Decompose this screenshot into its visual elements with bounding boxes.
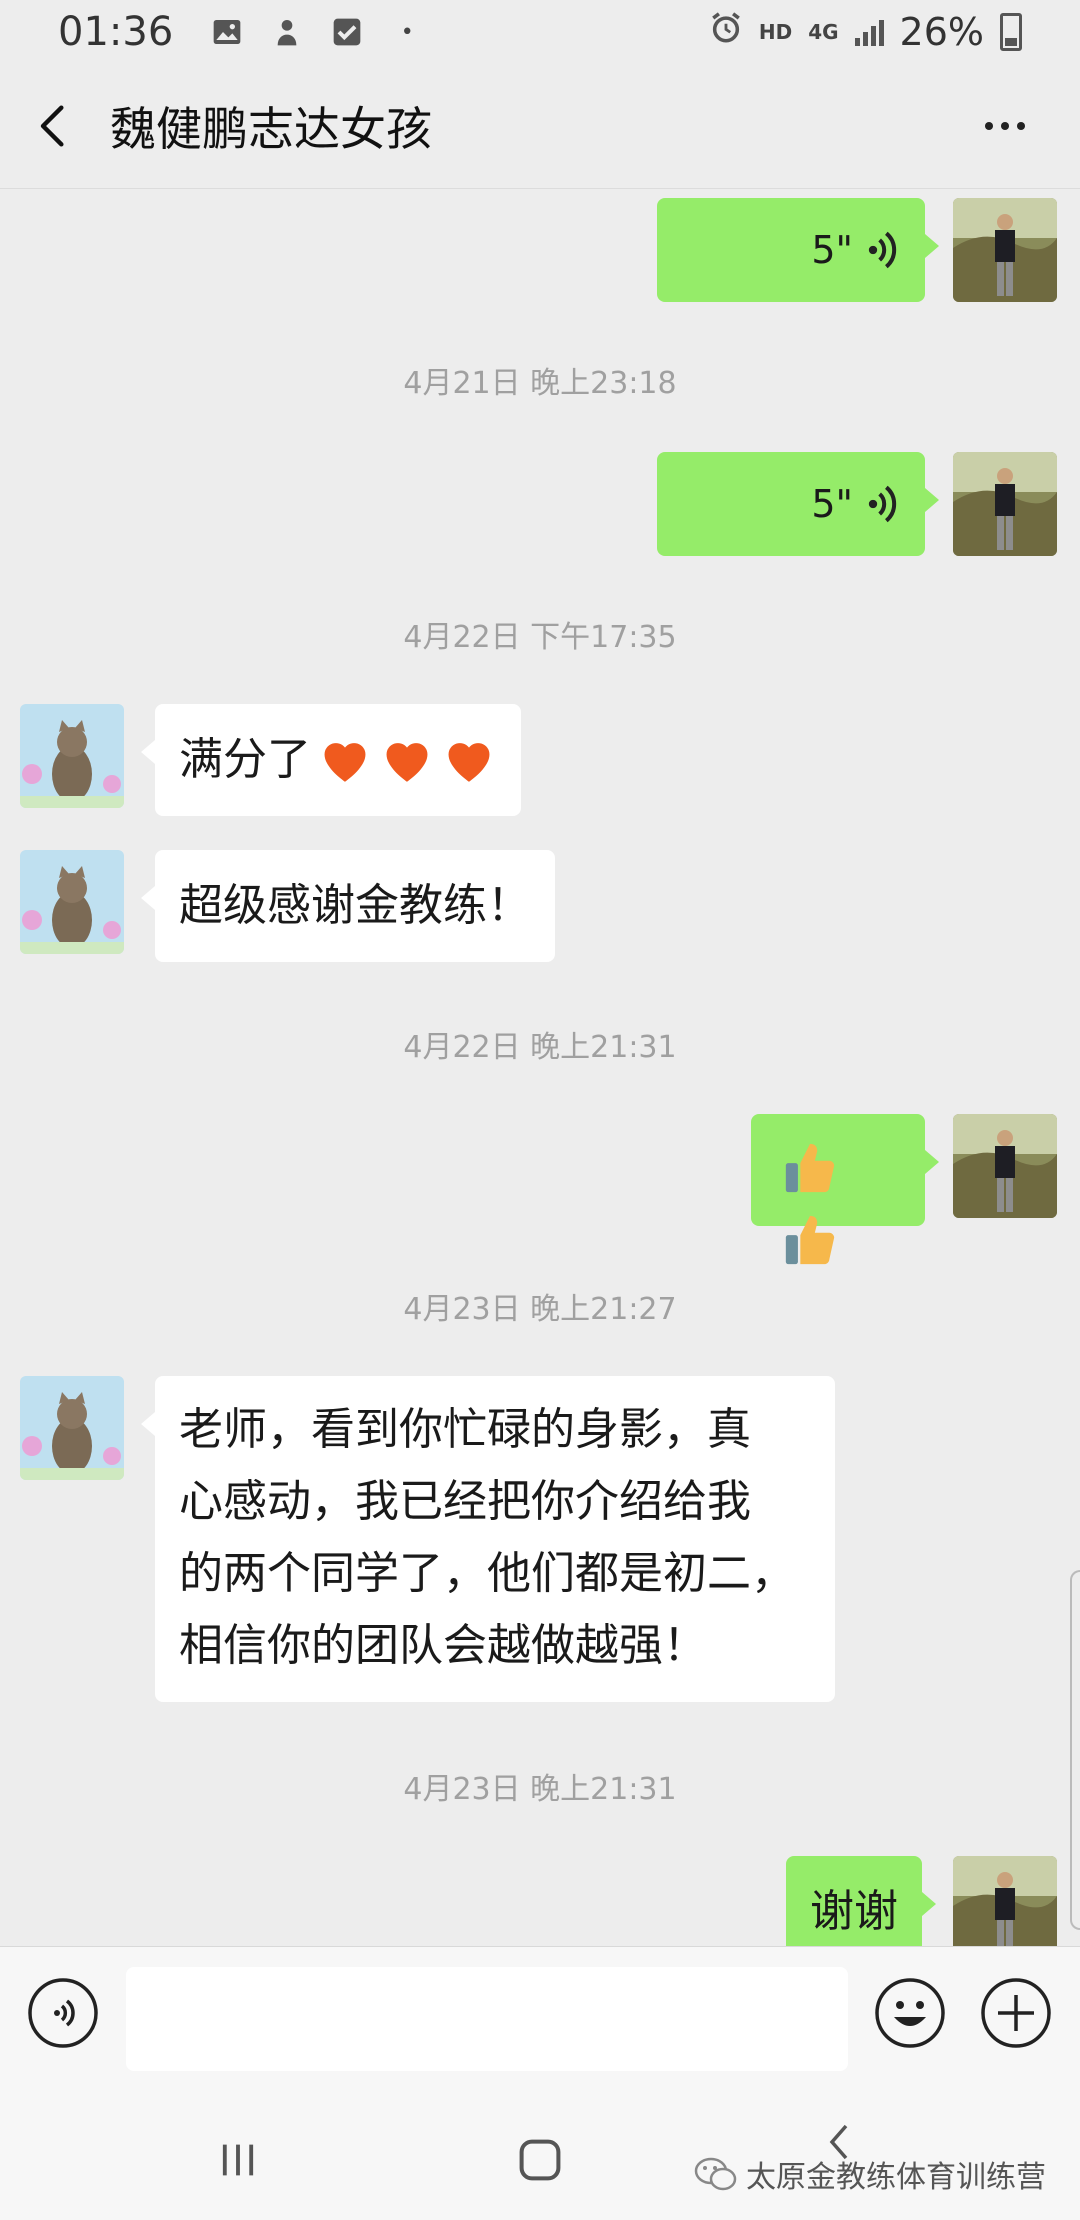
back-button[interactable] xyxy=(4,76,104,176)
home-icon xyxy=(519,2139,561,2181)
plus-icon xyxy=(981,1978,1051,2048)
voice-duration: 5" xyxy=(811,228,853,272)
signal-icon xyxy=(854,18,884,46)
message-line: 相信你的团队会越做越强！ xyxy=(179,1620,707,1671)
person-photo-icon xyxy=(953,1114,1057,1218)
status-right: HD 4G 26% xyxy=(709,10,1022,54)
heart-emoji-icon xyxy=(448,743,490,782)
scroll-handle[interactable] xyxy=(1070,1570,1080,1930)
timestamp: 4月22日 晚上21:31 xyxy=(403,1030,677,1065)
contact-avatar[interactable] xyxy=(20,704,124,808)
cat-photo-icon xyxy=(20,850,124,954)
person-photo-icon xyxy=(953,198,1057,302)
status-bar: 01:36 • HD 4G 26% xyxy=(0,0,1080,64)
my-avatar[interactable] xyxy=(953,452,1057,556)
battery-percent: 26% xyxy=(899,10,984,54)
person-photo-icon xyxy=(953,452,1057,556)
timestamp: 4月21日 晚上23:18 xyxy=(403,366,677,401)
contact-avatar[interactable] xyxy=(20,850,124,954)
emoji-button[interactable] xyxy=(874,1977,946,2049)
my-avatar[interactable] xyxy=(953,1114,1057,1218)
message-line: 心感动，我已经把你介绍给我 xyxy=(179,1476,751,1527)
voice-duration: 5" xyxy=(811,482,853,526)
text-message-bubble[interactable]: 超级感谢金教练！ xyxy=(141,850,555,962)
recent-apps-button[interactable] xyxy=(198,2120,278,2200)
network-type: 4G xyxy=(808,20,839,44)
timestamp: 4月23日 晚上21:27 xyxy=(403,1292,677,1327)
cat-photo-icon xyxy=(20,1376,124,1480)
watermark: 太原金教练体育训练营 xyxy=(694,2152,1046,2196)
message-input[interactable] xyxy=(126,1967,848,2071)
more-dots-icon xyxy=(985,122,993,130)
system-nav-bar: 太原金教练体育训练营 xyxy=(0,2080,1080,2220)
text-message-bubble[interactable]: 满分了 xyxy=(141,704,521,816)
contact-avatar[interactable] xyxy=(20,1376,124,1480)
hd-label: HD xyxy=(758,20,793,44)
person-photo-icon xyxy=(953,1856,1057,1946)
text-message-bubble[interactable]: 谢谢 xyxy=(786,1856,936,1946)
chat-screen: 01:36 • HD 4G 26% 魏健鹏志达女孩 5" 4月21日 晚上23:… xyxy=(0,0,1080,2220)
voice-input-button[interactable] xyxy=(27,1977,99,2049)
dot-icon: • xyxy=(400,19,414,45)
more-dot xyxy=(1001,122,1009,130)
chat-header: 魏健鹏志达女孩 xyxy=(0,64,1080,189)
status-time: 01:36 xyxy=(58,9,174,55)
input-bar xyxy=(0,1946,1080,2080)
message-text: 满分了 xyxy=(179,734,311,785)
plus-button[interactable] xyxy=(980,1977,1052,2049)
recent-apps-icon xyxy=(222,2144,254,2176)
chat-title: 魏健鹏志达女孩 xyxy=(110,102,432,156)
timestamp: 4月22日 下午17:35 xyxy=(403,620,677,655)
message-list[interactable]: 5" 4月21日 晚上23:18 5" 4月22日 下午17:35 满分了 超级… xyxy=(0,190,1080,1946)
message-line: 老师，看到你忙碌的身影，真 xyxy=(179,1404,751,1455)
my-avatar[interactable] xyxy=(953,198,1057,302)
gallery-icon xyxy=(209,14,245,50)
emoji-message-bubble[interactable] xyxy=(751,1114,939,1265)
home-button[interactable] xyxy=(500,2120,580,2200)
checkbox-notification-icon xyxy=(329,14,365,50)
heart-emoji-icon xyxy=(386,743,428,782)
voice-wave-icon xyxy=(868,231,897,269)
voice-message-bubble[interactable]: 5" xyxy=(657,452,939,556)
text-message-bubble[interactable]: 老师，看到你忙碌的身影，真 心感动，我已经把你介绍给我 的两个同学了，他们都是初… xyxy=(141,1376,835,1702)
wechat-logo-icon xyxy=(694,2157,737,2191)
cat-photo-icon xyxy=(20,704,124,808)
message-text: 超级感谢金教练！ xyxy=(179,880,531,931)
thumbs-up-emoji-icon xyxy=(785,1143,835,1193)
thumbs-up-emoji-icon xyxy=(785,1215,835,1265)
alarm-icon xyxy=(709,10,743,54)
emoji-icon xyxy=(875,1978,945,2048)
timestamp: 4月23日 晚上21:31 xyxy=(403,1772,677,1807)
voice-input-icon xyxy=(28,1978,98,2048)
watermark-text: 太原金教练体育训练营 xyxy=(746,2160,1046,2195)
app-notification-icon xyxy=(269,14,305,50)
message-line: 的两个同学了，他们都是初二， xyxy=(179,1548,795,1599)
chevron-left-icon xyxy=(40,105,64,147)
battery-icon xyxy=(1000,13,1022,51)
my-avatar[interactable] xyxy=(953,1856,1057,1946)
voice-message-bubble[interactable]: 5" xyxy=(657,198,939,302)
message-text: 谢谢 xyxy=(810,1886,898,1937)
more-dot xyxy=(1017,122,1025,130)
more-button[interactable] xyxy=(970,91,1040,161)
voice-wave-icon xyxy=(868,485,897,523)
heart-emoji-icon xyxy=(324,743,366,782)
